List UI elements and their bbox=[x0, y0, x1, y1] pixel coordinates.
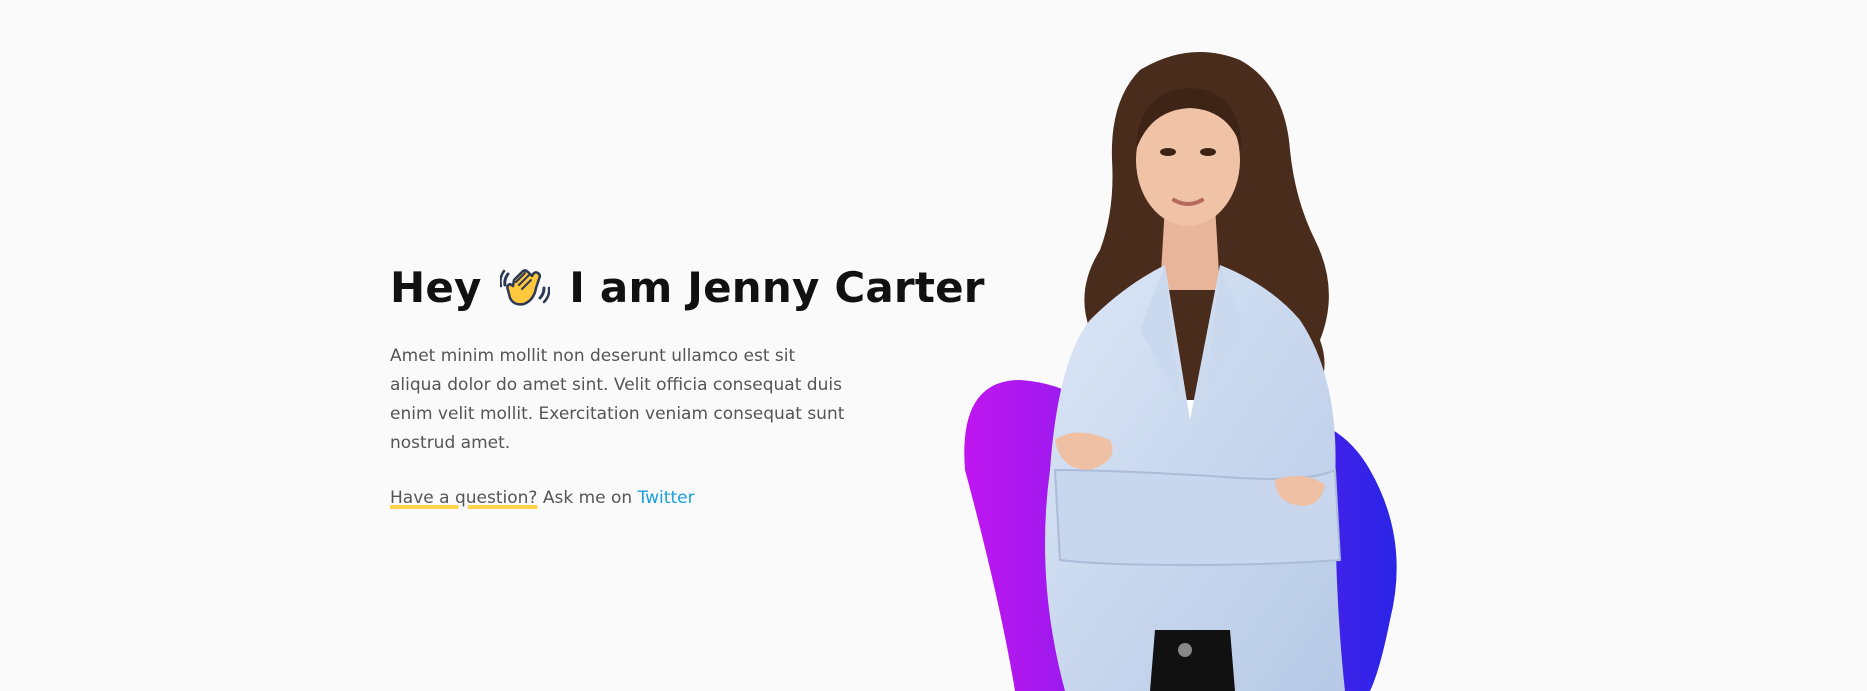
hero-description: Amet minim mollit non deserunt ullamco e… bbox=[390, 346, 845, 453]
hero-title-name: I am Jenny Carter bbox=[569, 263, 985, 312]
contact-prefix: Ask me on bbox=[542, 488, 633, 508]
twitter-link[interactable]: Twitter bbox=[638, 488, 695, 508]
trousers bbox=[1150, 630, 1235, 691]
question-highlight: Have a question? bbox=[390, 488, 538, 508]
portrait-area bbox=[940, 0, 1500, 691]
trouser-button bbox=[1178, 643, 1192, 657]
hero-section: Hey I am Jenny Carter Amet minim mollit … bbox=[390, 258, 985, 512]
hero-title: Hey I am Jenny Carter bbox=[390, 258, 985, 318]
left-eye bbox=[1160, 148, 1176, 156]
hero-title-greeting: Hey bbox=[390, 263, 482, 312]
right-eye bbox=[1200, 148, 1216, 156]
hero-contact-line: Have a question? Ask me on Twitter bbox=[390, 484, 950, 512]
waving-hand-icon bbox=[500, 269, 551, 306]
portrait-illustration bbox=[964, 52, 1397, 691]
